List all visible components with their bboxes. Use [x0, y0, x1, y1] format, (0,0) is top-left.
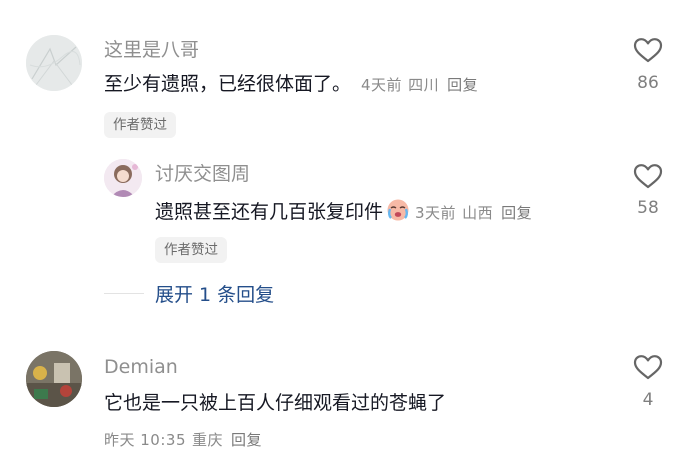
- comment-body: 至少有遗照，已经很体面了。: [104, 73, 352, 95]
- heart-outline-icon: [633, 164, 663, 189]
- heart-outline-icon: [633, 38, 663, 63]
- author-liked-badge: 作者赞过: [104, 112, 176, 138]
- comment-author[interactable]: Demian: [104, 355, 178, 379]
- reply-body: 遗照甚至还有几百张复印件: [155, 201, 384, 223]
- like-button[interactable]: [623, 161, 673, 195]
- reply-button[interactable]: 回复: [501, 204, 532, 222]
- comment-location: 重庆: [192, 431, 224, 449]
- avatar-image: [26, 35, 82, 91]
- comment-meta: 昨天 10:35 重庆 回复: [94, 426, 262, 453]
- like-button[interactable]: [623, 352, 673, 386]
- comment-author[interactable]: 这里是八哥: [104, 38, 199, 62]
- divider: [104, 293, 144, 294]
- reply-avatar[interactable]: [104, 159, 142, 197]
- avatar[interactable]: [26, 351, 82, 407]
- avatar-image: [26, 351, 82, 407]
- reply-button[interactable]: 回复: [447, 76, 478, 94]
- crying-face-emoji: [385, 196, 411, 229]
- like-count: 86: [637, 73, 659, 93]
- author-liked-badge: 作者赞过: [155, 237, 227, 263]
- comment-text: 至少有遗照，已经很体面了。 4天前 四川 回复: [104, 71, 478, 98]
- expand-replies-link[interactable]: 展开 1 条回复: [155, 280, 274, 307]
- comment-time: 昨天 10:35: [104, 431, 186, 449]
- reply-author[interactable]: 讨厌交图周: [155, 162, 250, 186]
- reply-button[interactable]: 回复: [231, 431, 262, 449]
- reply-time: 3天前: [415, 204, 457, 222]
- like-button[interactable]: [623, 35, 673, 69]
- heart-outline-icon: [633, 355, 663, 380]
- avatar[interactable]: [26, 35, 82, 91]
- comment-body: 它也是一只被上百人仔细观看过的苍蝇了: [104, 392, 447, 414]
- like-count: 4: [642, 390, 654, 410]
- comment-time: 4天前: [361, 76, 403, 94]
- reply-text: 遗照甚至还有几百张复印件 3天前 山西 回复: [155, 196, 532, 229]
- reply-location: 山西: [462, 204, 494, 222]
- comment-location: 四川: [408, 76, 440, 94]
- avatar-image: [104, 159, 142, 197]
- like-count: 58: [637, 198, 659, 218]
